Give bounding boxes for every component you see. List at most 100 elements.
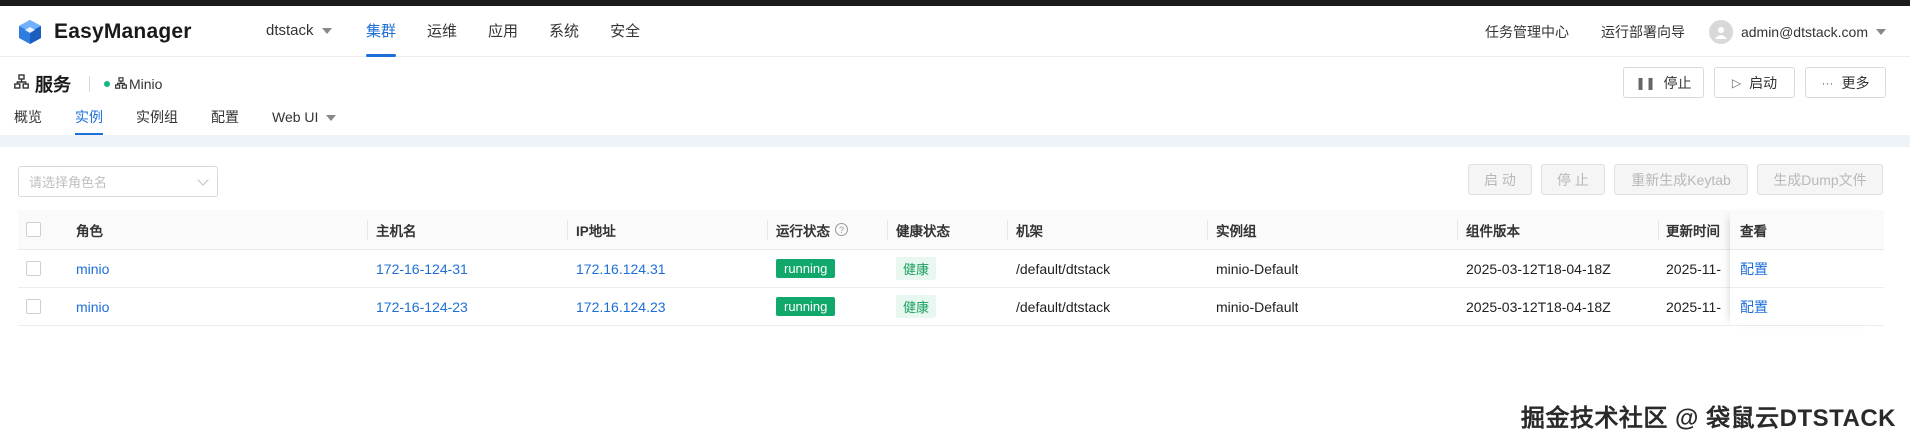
health-cell: 健康 — [896, 250, 937, 287]
col-ip[interactable]: IP地址 — [576, 210, 616, 249]
health-cell: 健康 — [896, 288, 937, 325]
rack-cell: /default/dtstack — [1016, 298, 1111, 315]
table-actions: 启 动 停 止 重新生成Keytab 生成Dump文件 — [1459, 164, 1883, 195]
gen-dump-button[interactable]: 生成Dump文件 — [1757, 164, 1883, 195]
tab-overview[interactable]: 概览 — [14, 100, 42, 135]
tab-instances[interactable]: 实例 — [75, 100, 103, 135]
run-status-cell: running — [776, 288, 836, 325]
pause-icon: ❚❚ — [1635, 75, 1656, 90]
view-header: 查看 — [1730, 210, 1884, 250]
group-cell: minio-Default — [1216, 298, 1299, 315]
instances-table: 角色 主机名 IP地址 运行状态 ? 健康状态 机架 实例组 组件版本 更新时间… — [18, 210, 1884, 327]
task-center-link[interactable]: 任务管理中心 — [1485, 22, 1569, 42]
table-header-row: 角色 主机名 IP地址 运行状态 ? 健康状态 机架 实例组 组件版本 更新时间 — [18, 210, 1884, 250]
play-icon: ▷ — [1731, 75, 1742, 90]
ip-link[interactable]: 172.16.124.23 — [576, 288, 666, 325]
cluster-selector[interactable]: dtstack — [266, 22, 332, 39]
stop-service-button[interactable]: ❚❚ 停止 — [1623, 67, 1704, 98]
nav-security[interactable]: 安全 — [610, 6, 640, 57]
tab-instance-groups[interactable]: 实例组 — [136, 100, 178, 135]
column-divider — [1007, 220, 1008, 240]
start-label: 启动 — [1749, 74, 1778, 91]
ellipsis-icon: ··· — [1821, 75, 1834, 90]
role-select[interactable]: 请选择角色名 — [18, 166, 218, 197]
app-logo[interactable]: EasyManager — [16, 18, 192, 46]
nav-ops[interactable]: 运维 — [427, 6, 457, 57]
column-divider — [1457, 220, 1458, 240]
service-tree-icon — [14, 74, 29, 94]
col-run-status-label: 运行状态 — [776, 223, 830, 239]
column-divider — [767, 220, 768, 240]
main-nav: 集群 运维 应用 系统 安全 — [366, 6, 671, 57]
title-divider — [89, 76, 90, 92]
help-icon[interactable]: ? — [835, 223, 848, 236]
deploy-wizard-link[interactable]: 运行部署向导 — [1601, 22, 1685, 42]
row-checkbox[interactable] — [26, 261, 41, 276]
title-row: 服务 Minio — [14, 71, 162, 97]
nav-system[interactable]: 系统 — [549, 6, 579, 57]
ip-link[interactable]: 172.16.124.31 — [576, 250, 666, 287]
col-host[interactable]: 主机名 — [376, 210, 417, 249]
health-badge: 健康 — [896, 257, 937, 280]
cluster-name: dtstack — [266, 22, 314, 39]
start-instances-button[interactable]: 启 动 — [1468, 164, 1532, 195]
host-link[interactable]: 172-16-124-23 — [376, 288, 468, 325]
host-link[interactable]: 172-16-124-31 — [376, 250, 468, 287]
col-updated[interactable]: 更新时间 — [1666, 210, 1720, 249]
tab-config[interactable]: 配置 — [211, 100, 239, 135]
service-actions: ❚❚ 停止 ▷ 启动 ··· 更多 — [1613, 67, 1886, 98]
role-link[interactable]: minio — [76, 288, 109, 325]
col-version[interactable]: 组件版本 — [1466, 210, 1520, 249]
col-health[interactable]: 健康状态 — [896, 210, 950, 249]
config-link[interactable]: 配置 — [1740, 250, 1768, 287]
row-select-cell — [26, 250, 41, 287]
user-email: admin@dtstack.com — [1740, 23, 1868, 40]
col-group[interactable]: 实例组 — [1216, 210, 1257, 249]
nav-cluster[interactable]: 集群 — [366, 6, 397, 57]
select-all-checkbox[interactable] — [26, 222, 41, 237]
stop-instances-button[interactable]: 停 止 — [1541, 164, 1605, 195]
role-select-placeholder: 请选择角色名 — [29, 175, 108, 190]
fixed-view-column: 查看 配置 配置 — [1730, 210, 1884, 327]
role-link[interactable]: minio — [76, 250, 109, 287]
run-status-cell: running — [776, 250, 836, 287]
table-row: minio 172-16-124-23 172.16.124.23 runnin… — [18, 288, 1884, 326]
view-row: 配置 — [1730, 288, 1884, 326]
tab-web-ui[interactable]: Web UI — [272, 100, 337, 135]
rack-cell: /default/dtstack — [1016, 260, 1111, 277]
col-run-status[interactable]: 运行状态 ? — [776, 210, 848, 249]
service-status-dot — [104, 81, 110, 87]
regen-keytab-button[interactable]: 重新生成Keytab — [1614, 164, 1748, 195]
row-select-cell — [26, 288, 41, 325]
caret-down-icon — [326, 114, 337, 121]
config-link[interactable]: 配置 — [1740, 288, 1768, 325]
page-header: 服务 Minio ❚❚ 停止 ▷ 启动 ··· 更多 概览 实例 实例组 配置 … — [0, 58, 1910, 135]
col-role[interactable]: 角色 — [76, 210, 103, 249]
version-cell: 2025-03-12T18-04-18Z — [1466, 298, 1611, 315]
running-badge: running — [776, 259, 836, 278]
more-button[interactable]: ··· 更多 — [1805, 67, 1886, 98]
caret-down-icon — [1876, 28, 1886, 35]
stop-label: 停止 — [1663, 74, 1692, 91]
web-ui-label: Web UI — [272, 109, 319, 125]
app-name: EasyManager — [54, 20, 192, 43]
service-tree-icon — [115, 76, 127, 93]
chevron-down-icon — [197, 173, 209, 186]
version-cell: 2025-03-12T18-04-18Z — [1466, 260, 1611, 277]
user-menu[interactable]: admin@dtstack.com — [1708, 19, 1886, 44]
nav-apps[interactable]: 应用 — [488, 6, 518, 57]
col-rack[interactable]: 机架 — [1016, 210, 1043, 249]
start-service-button[interactable]: ▷ 启动 — [1714, 67, 1795, 98]
row-checkbox[interactable] — [26, 299, 41, 314]
table-row: minio 172-16-124-31 172.16.124.31 runnin… — [18, 250, 1884, 288]
updated-cell: 2025-11- — [1666, 298, 1722, 315]
running-badge: running — [776, 297, 836, 316]
page-title: 服务 — [35, 75, 71, 95]
view-row: 配置 — [1730, 250, 1884, 288]
column-divider — [367, 220, 368, 240]
column-divider — [567, 220, 568, 240]
service-tabs: 概览 实例 实例组 配置 Web UI — [14, 100, 369, 135]
service-name: Minio — [129, 76, 163, 92]
select-all-cell — [26, 210, 41, 249]
top-header: EasyManager dtstack 集群 运维 应用 系统 安全 任务管理中… — [0, 6, 1910, 57]
